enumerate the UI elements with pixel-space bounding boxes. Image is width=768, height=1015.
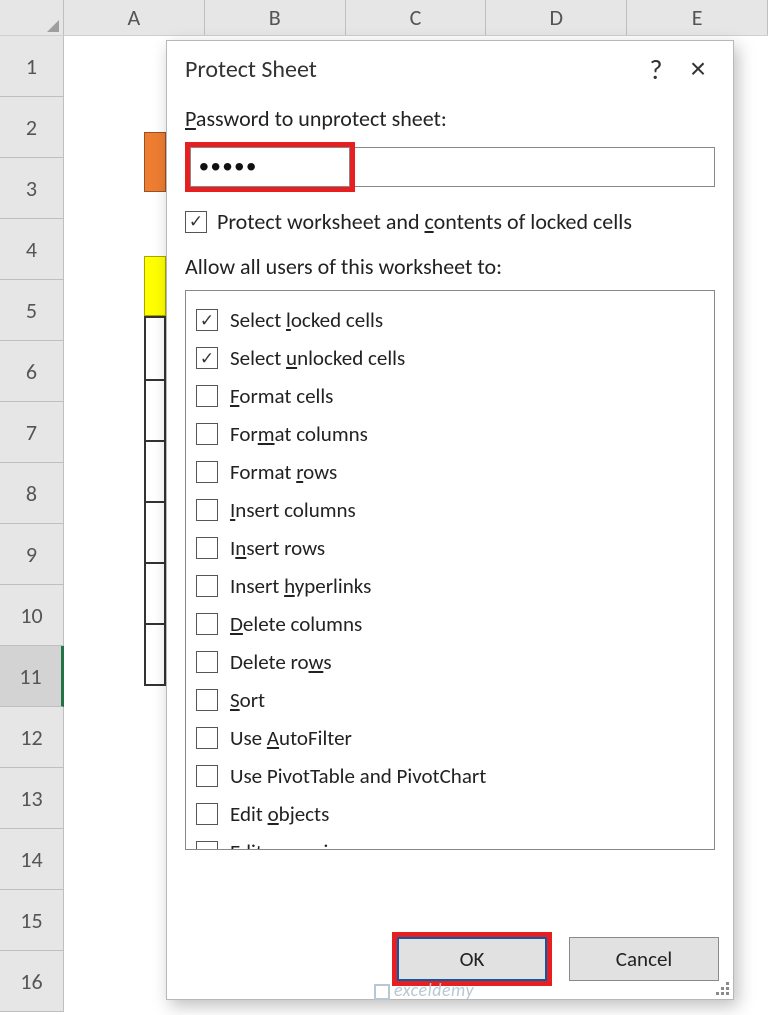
protect-checkbox[interactable]: ✓ — [185, 211, 207, 233]
permission-label: Delete columns — [230, 611, 362, 637]
close-icon[interactable]: × — [677, 53, 719, 85]
cell-fill-yellow — [144, 256, 166, 316]
permission-label: Insert rows — [230, 535, 325, 561]
dialog-title: Protect Sheet — [185, 55, 635, 84]
permission-item[interactable]: Delete rows — [196, 643, 706, 681]
row-head[interactable]: 14 — [0, 829, 64, 890]
permission-label: Use PivotTable and PivotChart — [230, 763, 486, 789]
permission-item[interactable]: Insert rows — [196, 529, 706, 567]
permission-item[interactable]: ✓ Select unlocked cells — [196, 339, 706, 377]
permission-checkbox[interactable] — [196, 765, 218, 787]
row-head[interactable]: 8 — [0, 463, 64, 524]
col-head[interactable]: B — [205, 0, 346, 35]
permission-checkbox[interactable] — [196, 423, 218, 445]
row-head[interactable]: 7 — [0, 402, 64, 463]
row-head[interactable]: 12 — [0, 707, 64, 768]
permission-checkbox[interactable] — [196, 841, 218, 850]
permission-checkbox[interactable]: ✓ — [196, 347, 218, 369]
select-all-triangle[interactable] — [0, 0, 64, 35]
permission-checkbox[interactable] — [196, 689, 218, 711]
permission-label: Delete rows — [230, 649, 332, 675]
permission-label: Select unlocked cells — [230, 345, 405, 371]
column-headers: A B C D E — [0, 0, 768, 36]
permission-item[interactable]: Delete columns — [196, 605, 706, 643]
protect-sheet-dialog: Protect Sheet ? × Password to unprotect … — [166, 40, 734, 1000]
protect-label: Protect worksheet and contents of locked… — [217, 208, 632, 235]
row-head[interactable]: 13 — [0, 768, 64, 829]
row-head[interactable]: 11 — [0, 646, 64, 707]
row-head[interactable]: 4 — [0, 219, 64, 280]
permission-checkbox[interactable] — [196, 651, 218, 673]
permission-label: Edit objects — [230, 801, 329, 827]
cancel-button[interactable]: Cancel — [569, 937, 719, 981]
watermark-icon — [374, 984, 390, 1000]
permissions-list[interactable]: ✓ Select locked cells ✓ Select unlocked cel… — [185, 290, 715, 850]
permission-label: Select locked cells — [230, 307, 383, 333]
permission-label: Insert hyperlinks — [230, 573, 371, 599]
col-head[interactable]: A — [64, 0, 205, 35]
row-head[interactable]: 2 — [0, 97, 64, 158]
permission-item[interactable]: Format columns — [196, 415, 706, 453]
row-head[interactable]: 3 — [0, 158, 64, 219]
permission-checkbox[interactable] — [196, 613, 218, 635]
permission-label: Edit scenarios — [230, 839, 348, 850]
allow-label: Allow all users of this worksheet to: — [185, 253, 715, 280]
permission-item[interactable]: Format cells — [196, 377, 706, 415]
permission-checkbox[interactable]: ✓ — [196, 309, 218, 331]
permission-checkbox[interactable] — [196, 461, 218, 483]
col-head[interactable]: D — [486, 0, 627, 35]
permission-item[interactable]: Insert hyperlinks — [196, 567, 706, 605]
row-head[interactable]: 6 — [0, 341, 64, 402]
table-border — [144, 316, 166, 686]
resize-grip-icon[interactable] — [713, 979, 729, 995]
ok-button[interactable]: OK — [397, 937, 547, 981]
row-head[interactable]: 10 — [0, 585, 64, 646]
col-head[interactable]: C — [346, 0, 487, 35]
row-head[interactable]: 5 — [0, 280, 64, 341]
permission-label: Insert columns — [230, 497, 356, 523]
permission-item[interactable]: Edit scenarios — [196, 833, 706, 850]
watermark: exceldemy — [374, 979, 474, 1001]
help-icon[interactable]: ? — [635, 52, 677, 87]
permission-item[interactable]: Edit objects — [196, 795, 706, 833]
permission-checkbox[interactable] — [196, 385, 218, 407]
permission-item[interactable]: Sort — [196, 681, 706, 719]
permission-checkbox[interactable] — [196, 803, 218, 825]
permission-item[interactable]: ✓ Select locked cells — [196, 301, 706, 339]
col-head[interactable]: E — [627, 0, 768, 35]
permission-checkbox[interactable] — [196, 537, 218, 559]
row-head[interactable]: 15 — [0, 890, 64, 951]
permission-item[interactable]: Format rows — [196, 453, 706, 491]
row-head[interactable]: 9 — [0, 524, 64, 585]
row-headers: 1 2 3 4 5 6 7 8 9 10 11 12 13 14 15 16 — [0, 36, 64, 1012]
permission-item[interactable]: Insert columns — [196, 491, 706, 529]
password-input-tail[interactable] — [355, 147, 715, 187]
permission-item[interactable]: Use PivotTable and PivotChart — [196, 757, 706, 795]
permission-checkbox[interactable] — [196, 499, 218, 521]
dialog-titlebar[interactable]: Protect Sheet ? × — [167, 41, 733, 97]
row-head[interactable]: 1 — [0, 36, 64, 97]
password-highlight — [185, 142, 355, 192]
permission-label: Format columns — [230, 421, 368, 447]
password-input[interactable] — [190, 147, 350, 187]
permission-item[interactable]: Use AutoFilter — [196, 719, 706, 757]
password-label: Password to unprotect sheet: — [185, 105, 715, 132]
permission-label: Format rows — [230, 459, 337, 485]
permission-checkbox[interactable] — [196, 727, 218, 749]
permission-label: Format cells — [230, 383, 333, 409]
permission-label: Sort — [230, 687, 265, 713]
permission-label: Use AutoFilter — [230, 725, 352, 751]
permission-checkbox[interactable] — [196, 575, 218, 597]
row-head[interactable]: 16 — [0, 951, 64, 1012]
cell-fill-orange — [144, 132, 166, 192]
